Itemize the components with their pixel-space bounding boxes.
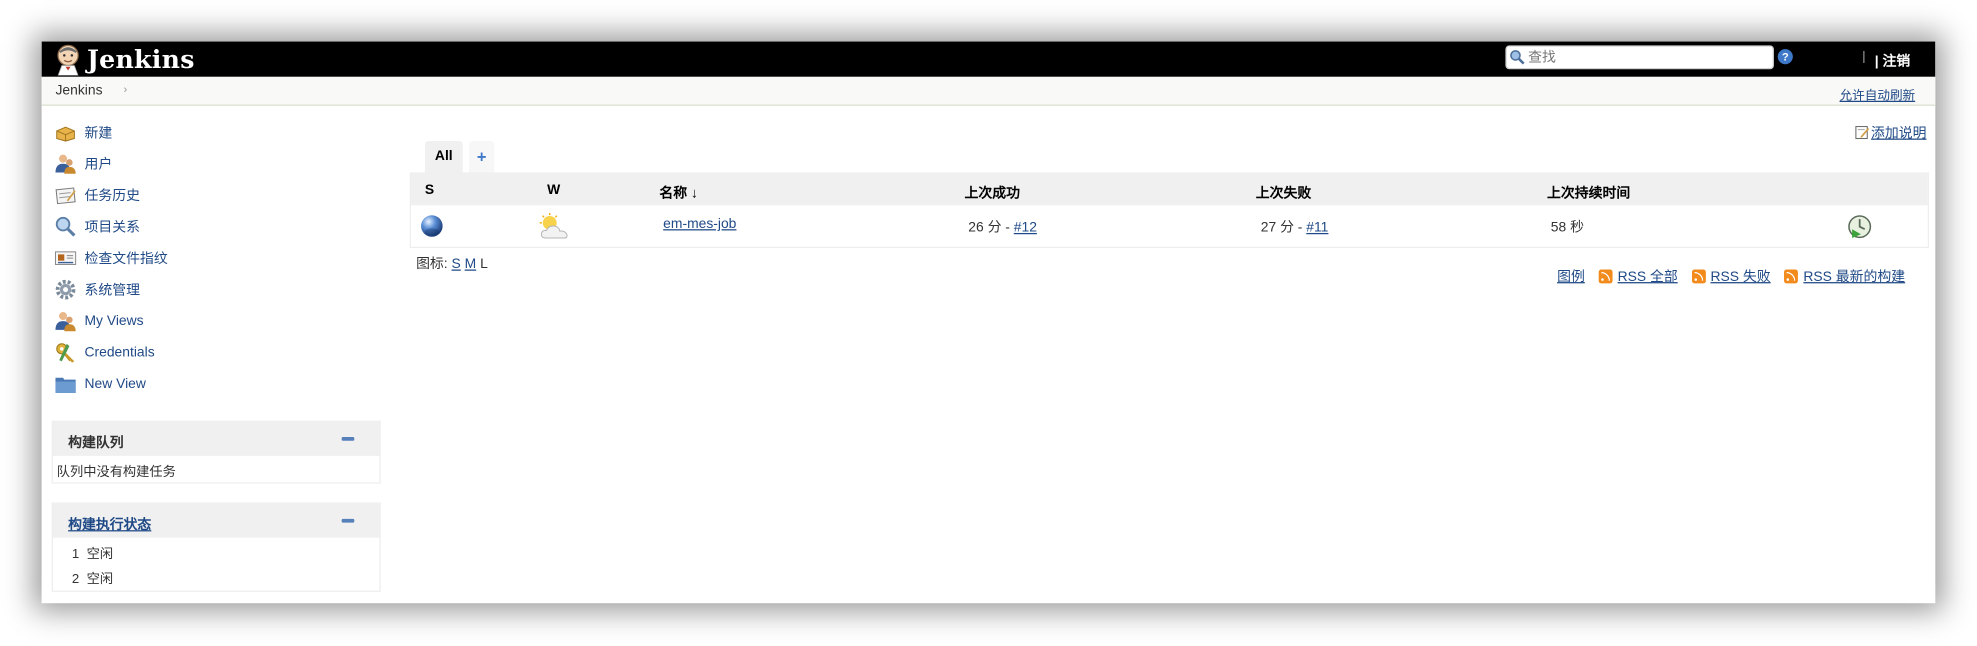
rss-links: 图例 RSS 全部 RSS 失败 RSS 最新的构建: [1557, 266, 1919, 286]
tab-all[interactable]: All: [424, 141, 463, 173]
build-queue-pane: 构建队列 队列中没有构建任务: [51, 420, 381, 484]
search-input[interactable]: [1525, 47, 1768, 67]
last-failure-time: 27 分 -: [1260, 220, 1307, 236]
sidebar-item-new[interactable]: 新建: [54, 120, 112, 145]
rss-failed-label: RSS 失败: [1710, 269, 1771, 285]
breadcrumb-jenkins[interactable]: Jenkins: [55, 83, 102, 98]
icon-size-small[interactable]: S: [452, 257, 461, 272]
header-last-duration[interactable]: 上次持续时间: [1547, 183, 1630, 203]
edit-note-icon: [1855, 126, 1870, 140]
jenkins-logo[interactable]: Jenkins: [54, 43, 194, 76]
breadcrumb: Jenkins › 允许自动刷新: [41, 76, 1936, 106]
sidebar-item-label: 新建: [84, 125, 113, 142]
fingerprint-icon: [54, 251, 77, 265]
people-icon: [55, 154, 76, 174]
brand-name: Jenkins: [86, 44, 195, 75]
executor-number: 2: [71, 571, 80, 587]
credentials-icon: [56, 343, 75, 363]
help-icon[interactable]: ?: [1777, 49, 1793, 65]
sidebar-item-label: Credentials: [84, 345, 155, 361]
header-last-success[interactable]: 上次成功: [965, 183, 1020, 203]
header-weather[interactable]: W: [547, 183, 560, 198]
executor-status: 空闲: [86, 546, 114, 562]
last-duration-cell: 58 秒: [1550, 220, 1584, 236]
executor-number: 1: [71, 546, 80, 562]
build-history-icon: [55, 187, 76, 205]
sidebar-item-manage-jenkins[interactable]: 系统管理: [54, 277, 140, 302]
search-box[interactable]: [1505, 45, 1774, 70]
collapse-icon[interactable]: [341, 436, 355, 441]
sidebar-item-label: 任务历史: [84, 188, 140, 205]
partly-cloudy-weather-icon[interactable]: [538, 212, 571, 241]
sidebar-item-label: 用户: [84, 157, 113, 173]
icon-size-label: 图标:: [416, 256, 452, 273]
search-icon: [55, 216, 76, 237]
last-success-cell: 26 分 - #12: [968, 217, 1037, 237]
gear-icon: [55, 279, 76, 300]
rss-failed-link[interactable]: RSS 失败: [1691, 266, 1771, 286]
executor-status-pane: 构建执行状态 1 空闲 2 空闲: [51, 502, 381, 592]
folder-icon: [55, 377, 76, 393]
executor-status: 空闲: [86, 571, 114, 587]
auto-refresh-link[interactable]: 允许自动刷新: [1840, 84, 1916, 103]
executor-status-header: 构建执行状态: [52, 503, 380, 538]
job-name-cell: em-mes-job: [663, 217, 736, 232]
job-link-em-mes-job[interactable]: em-mes-job: [663, 217, 736, 232]
add-description-link[interactable]: 添加说明: [1855, 122, 1927, 142]
sidebar-item-label: My Views: [84, 313, 144, 329]
executor-status-title[interactable]: 构建执行状态: [68, 514, 151, 534]
add-description-label: 添加说明: [1871, 125, 1927, 142]
jenkins-butler-icon: [57, 44, 79, 76]
table-header: S W 名称 ↓ 上次成功 上次失败 上次持续时间: [411, 173, 1928, 206]
tab-new-view[interactable]: +: [469, 141, 495, 173]
rss-latest-label: RSS 最新的构建: [1803, 269, 1906, 285]
sidebar-item-build-history[interactable]: 任务历史: [54, 183, 140, 208]
sidebar-item-label: 项目关系: [84, 220, 140, 236]
sidebar-item-my-views[interactable]: My Views: [54, 309, 144, 334]
last-success-build-link[interactable]: #12: [1014, 220, 1037, 235]
blue-ball-status-icon[interactable]: [420, 214, 444, 238]
header-last-failure[interactable]: 上次失败: [1256, 183, 1311, 203]
sidebar-item-fingerprint[interactable]: 检查文件指纹: [54, 246, 168, 271]
icon-size-large: L: [480, 256, 488, 273]
header-status[interactable]: S: [425, 183, 434, 198]
build-queue-header: 构建队列: [52, 421, 380, 456]
executor-row: 1 空闲: [72, 544, 113, 563]
chevron-right-icon[interactable]: ›: [124, 83, 128, 96]
header-name[interactable]: 名称 ↓: [659, 183, 698, 203]
search-icon: [1510, 50, 1525, 65]
user-views-icon: [55, 312, 76, 332]
legend-link[interactable]: 图例: [1557, 266, 1585, 286]
sidebar-item-label: New View: [84, 376, 146, 392]
last-failure-build-link[interactable]: #11: [1306, 220, 1328, 235]
logout-link[interactable]: | 注销: [1875, 50, 1910, 70]
rss-latest-link[interactable]: RSS 最新的构建: [1784, 266, 1906, 286]
sidebar-item-label: 检查文件指纹: [84, 251, 168, 267]
rss-icon: [1784, 268, 1799, 283]
icon-size-medium[interactable]: M: [465, 257, 477, 272]
rss-icon: [1598, 268, 1613, 283]
last-failure-cell: 27 分 - #11: [1261, 217, 1329, 237]
collapse-icon[interactable]: [341, 518, 355, 523]
sidebar-item-credentials[interactable]: Credentials: [54, 340, 155, 365]
new-item-icon: [56, 126, 75, 142]
header-separator: |: [1862, 50, 1866, 65]
rss-icon: [1691, 268, 1706, 283]
jenkins-window: Jenkins ? | | 注销 Jenkins › 允许自动刷新: [41, 41, 1936, 604]
jobs-table: S W 名称 ↓ 上次成功 上次失败 上次持续时间 em-mes-job 26 …: [409, 172, 1930, 249]
legend-label: 图例: [1557, 269, 1585, 285]
header-bar: Jenkins ? | | 注销: [41, 41, 1936, 77]
sidebar-item-project-relationship[interactable]: 项目关系: [54, 214, 140, 239]
build-queue-empty: 队列中没有构建任务: [56, 464, 176, 480]
rss-all-link[interactable]: RSS 全部: [1598, 266, 1678, 286]
sidebar-item-new-view[interactable]: New View: [54, 371, 146, 396]
schedule-build-icon[interactable]: [1847, 214, 1872, 239]
last-success-time: 26 分 -: [968, 220, 1014, 236]
executor-row: 2 空闲: [72, 569, 113, 588]
sidebar-item-people[interactable]: 用户: [54, 151, 112, 176]
rss-all-label: RSS 全部: [1617, 269, 1678, 285]
icon-size-selector: 图标: S M L: [416, 253, 488, 273]
build-queue-title: 构建队列: [68, 435, 124, 451]
sidebar-item-label: 系统管理: [84, 283, 140, 299]
